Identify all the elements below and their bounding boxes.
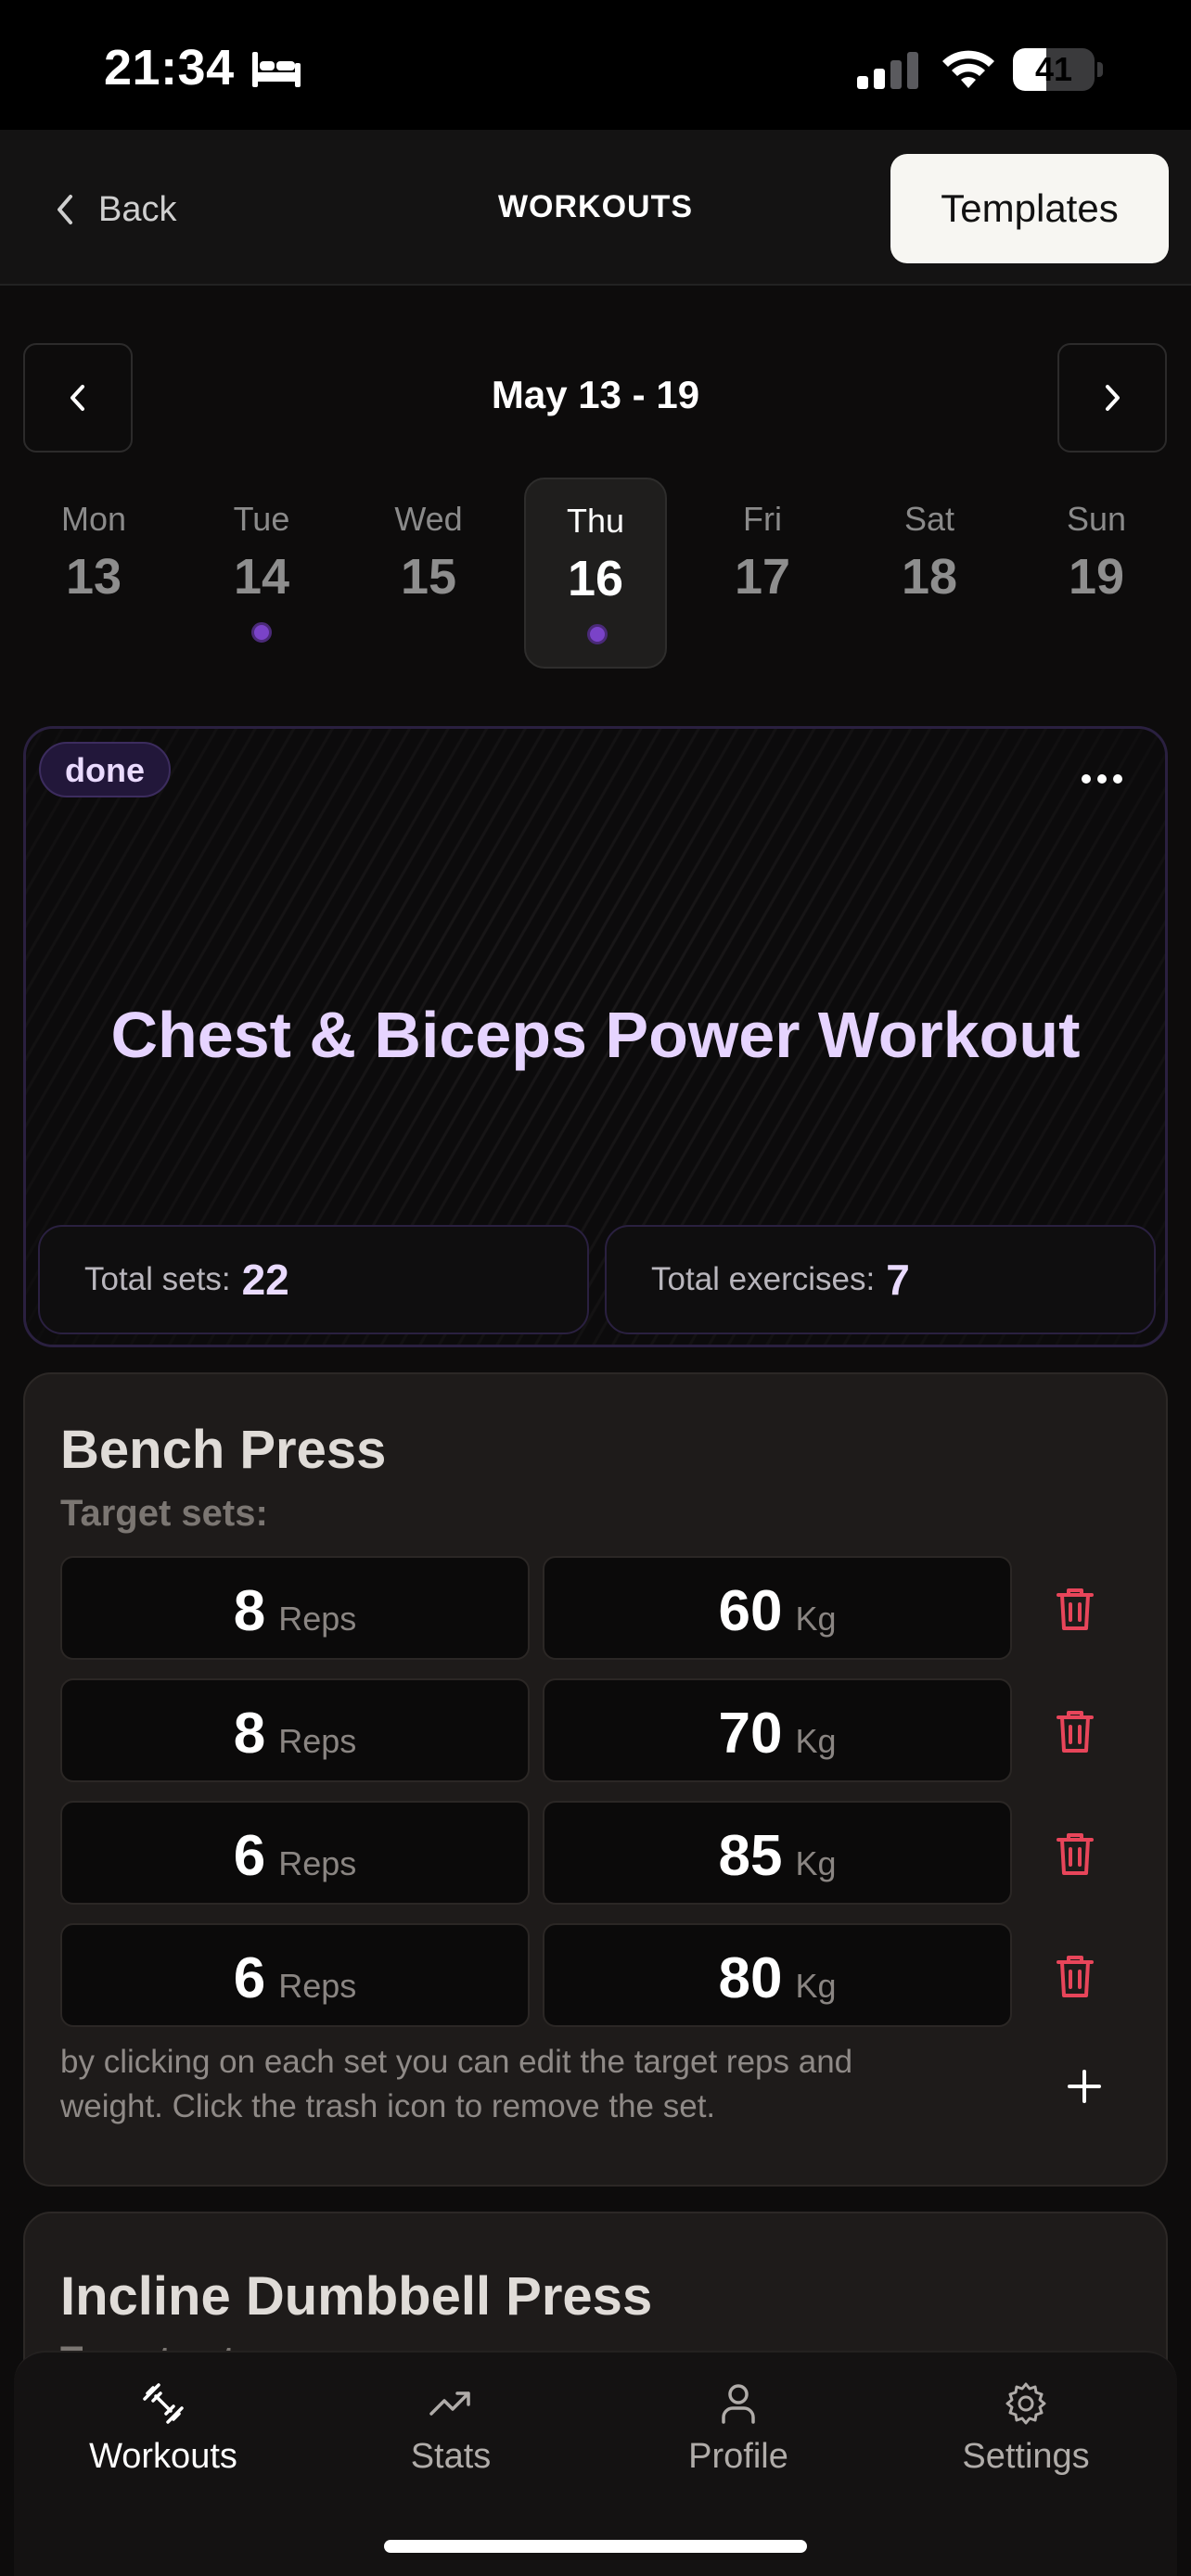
- total-exercises-stat: Total exercises: 7: [605, 1225, 1156, 1334]
- day-mon[interactable]: Mon 13: [22, 478, 165, 669]
- set-reps-cell[interactable]: 6 Reps: [60, 1923, 530, 2027]
- tab-settings[interactable]: Settings: [887, 2380, 1165, 2477]
- day-tue[interactable]: Tue 14: [190, 478, 333, 669]
- reps-value: 8: [233, 1579, 266, 1643]
- reps-value: 6: [233, 1824, 266, 1888]
- set-reps-cell[interactable]: 8 Reps: [60, 1556, 530, 1660]
- edit-sets-hint: by clicking on each set you can edit the…: [60, 2044, 853, 2124]
- weight-unit: Kg: [795, 1967, 837, 2005]
- day-number: 15: [400, 549, 457, 605]
- day-fri[interactable]: Fri 17: [691, 478, 834, 669]
- set-weight-cell[interactable]: 85 Kg: [543, 1801, 1012, 1905]
- gear-icon: [1005, 2382, 1046, 2425]
- total-sets-label: Total sets:: [84, 1261, 231, 1297]
- tab-stats[interactable]: Stats: [312, 2380, 590, 2477]
- home-indicator[interactable]: [384, 2540, 807, 2553]
- set-reps-cell[interactable]: 8 Reps: [60, 1678, 530, 1782]
- workout-title: Chest & Biceps Power Workout: [110, 999, 1081, 1071]
- battery-level: 41: [1034, 50, 1073, 88]
- status-time: 21:34: [104, 40, 235, 96]
- templates-button[interactable]: Templates: [890, 154, 1169, 263]
- day-name: Thu: [566, 502, 625, 540]
- trash-icon[interactable]: [1055, 1953, 1095, 1999]
- tab-profile[interactable]: Profile: [599, 2380, 877, 2477]
- reps-unit: Reps: [278, 1600, 357, 1638]
- week-range: May 13 - 19: [491, 373, 700, 416]
- weight-unit: Kg: [795, 1600, 837, 1638]
- weight-value: 70: [718, 1702, 783, 1766]
- set-weight-cell[interactable]: 60 Kg: [543, 1556, 1012, 1660]
- wifi-icon: [942, 50, 994, 88]
- day-name: Sun: [1066, 500, 1127, 538]
- tab-label: Profile: [688, 2437, 788, 2476]
- reps-value: 6: [233, 1946, 266, 2010]
- exercise-name: Incline Dumbbell Press: [60, 2266, 653, 2327]
- set-weight-cell[interactable]: 80 Kg: [543, 1923, 1012, 2027]
- trash-icon[interactable]: [1055, 1708, 1095, 1754]
- exercise-name: Bench Press: [60, 1420, 387, 1480]
- day-number: 18: [901, 549, 958, 605]
- workout-summary-card[interactable]: done Chest & Biceps Power Workout Total …: [23, 726, 1168, 1347]
- more-options-icon[interactable]: [1079, 768, 1125, 790]
- battery-indicator: 41: [1013, 48, 1103, 91]
- total-exercises-label: Total exercises:: [651, 1261, 876, 1297]
- day-number: 13: [65, 549, 122, 605]
- day-number: 16: [567, 551, 624, 606]
- reps-unit: Reps: [278, 1722, 357, 1760]
- tab-label: Settings: [962, 2437, 1090, 2476]
- dumbbell-icon: [143, 2383, 184, 2424]
- target-sets-label: Target sets:: [60, 1493, 268, 1534]
- weight-value: 85: [718, 1824, 783, 1888]
- status-bar: 21:34 41: [0, 0, 1191, 130]
- status-badge: done: [39, 742, 171, 797]
- day-name: Fri: [743, 500, 782, 538]
- trash-icon[interactable]: [1055, 1830, 1095, 1877]
- weight-unit: Kg: [795, 1722, 837, 1760]
- day-name: Sat: [903, 500, 955, 538]
- workout-indicator-dot: [251, 622, 272, 643]
- total-exercises-value: 7: [886, 1256, 910, 1304]
- chevron-right-icon: [1106, 385, 1120, 411]
- day-thu[interactable]: Thu 16: [524, 478, 667, 669]
- bed-icon: [252, 52, 301, 87]
- day-wed[interactable]: Wed 15: [357, 478, 500, 669]
- day-name: Mon: [60, 500, 127, 538]
- tab-label: Workouts: [89, 2437, 237, 2476]
- set-reps-cell[interactable]: 6 Reps: [60, 1801, 530, 1905]
- weight-value: 80: [718, 1946, 783, 2010]
- day-sat[interactable]: Sat 18: [858, 478, 1001, 669]
- nav-header: Back WORKOUTS Templates: [0, 130, 1191, 286]
- tab-workouts[interactable]: Workouts: [24, 2380, 302, 2477]
- trending-up-icon: [429, 2391, 470, 2416]
- workout-indicator-dot: [587, 624, 608, 644]
- day-number: 17: [734, 549, 791, 605]
- day-name: Wed: [394, 500, 463, 538]
- day-name: Tue: [233, 500, 290, 538]
- day-sun[interactable]: Sun 19: [1025, 478, 1168, 669]
- day-number: 19: [1068, 549, 1125, 605]
- day-number: 14: [233, 549, 290, 605]
- add-set-icon[interactable]: [1066, 2068, 1103, 2105]
- next-week-button[interactable]: [1057, 343, 1167, 453]
- total-sets-stat: Total sets: 22: [38, 1225, 589, 1334]
- reps-unit: Reps: [278, 1844, 357, 1882]
- user-icon: [722, 2384, 755, 2424]
- reps-value: 8: [233, 1702, 266, 1766]
- weight-value: 60: [718, 1579, 783, 1643]
- exercise-card: Bench Press Target sets: 8 Reps 60 Kg 8 …: [23, 1372, 1168, 2187]
- reps-unit: Reps: [278, 1967, 357, 2005]
- trash-icon[interactable]: [1055, 1586, 1095, 1632]
- tab-label: Stats: [410, 2437, 492, 2476]
- set-weight-cell[interactable]: 70 Kg: [543, 1678, 1012, 1782]
- total-sets-value: 22: [241, 1256, 289, 1304]
- signal-icon: [857, 52, 918, 89]
- weight-unit: Kg: [795, 1844, 837, 1882]
